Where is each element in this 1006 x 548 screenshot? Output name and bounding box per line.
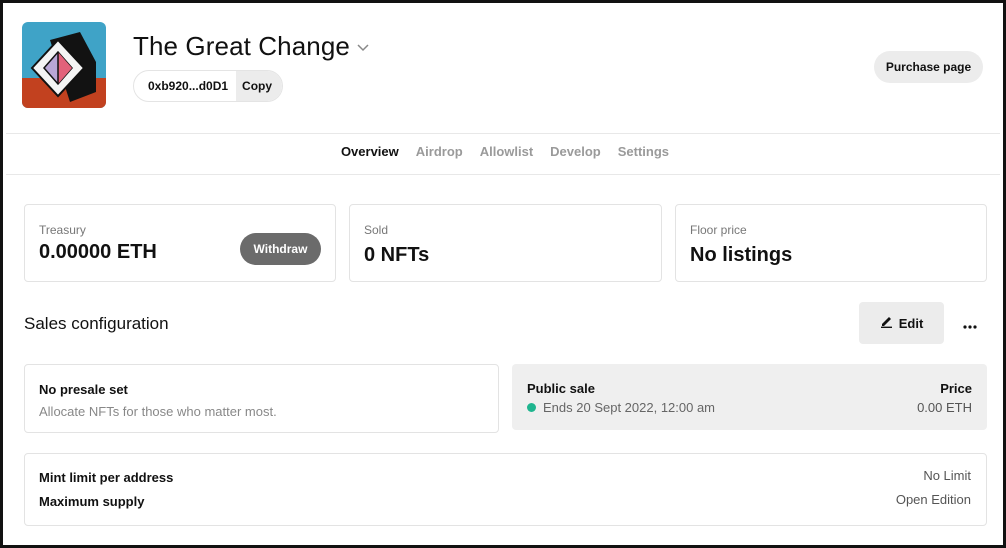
- collection-logo: [22, 22, 106, 108]
- public-sale-end: Ends 20 Sept 2022, 12:00 am: [543, 400, 716, 415]
- tab-develop[interactable]: Develop: [550, 144, 601, 168]
- purchase-page-button[interactable]: Purchase page: [874, 51, 983, 83]
- edit-button[interactable]: Edit: [859, 302, 944, 344]
- status-dot-icon: [527, 403, 536, 412]
- floor-price-value: No listings: [690, 244, 793, 266]
- sold-value: 0 NFTs: [364, 244, 430, 266]
- presale-title: No presale set: [39, 382, 128, 397]
- tab-bar: Overview Airdrop Allowlist Develop Setti…: [3, 144, 1003, 168]
- public-sale-status-row: Ends 20 Sept 2022, 12:00 am: [527, 400, 715, 415]
- public-sale-card[interactable]: Public sale Ends 20 Sept 2022, 12:00 am …: [512, 364, 987, 430]
- floor-price-card: Floor price No listings: [675, 204, 987, 282]
- withdraw-button[interactable]: Withdraw: [240, 233, 321, 265]
- contract-address-pill: 0xb920...d0D1 Copy: [133, 70, 284, 102]
- collection-title: The Great Change: [133, 31, 350, 61]
- tab-overview[interactable]: Overview: [341, 144, 399, 168]
- tab-allowlist[interactable]: Allowlist: [480, 144, 533, 168]
- limits-card: Mint limit per address No Limit Maximum …: [24, 453, 987, 526]
- mint-limit-label: Mint limit per address: [39, 470, 174, 485]
- pencil-icon: [880, 315, 893, 331]
- presale-card[interactable]: No presale set Allocate NFTs for those w…: [24, 364, 499, 433]
- tab-airdrop[interactable]: Airdrop: [416, 144, 463, 168]
- more-horizontal-icon: [963, 317, 977, 332]
- sales-config-title: Sales configuration: [24, 314, 169, 333]
- tabs-divider: [6, 174, 1000, 175]
- mint-limit-value: No Limit: [923, 468, 971, 483]
- header-divider: [6, 133, 1000, 134]
- edit-label: Edit: [898, 315, 924, 331]
- treasury-card: Treasury 0.00000 ETH Withdraw: [24, 204, 336, 282]
- max-supply-value: Open Edition: [895, 492, 971, 507]
- treasury-value: 0.00000 ETH: [39, 241, 157, 263]
- public-sale-title: Public sale: [527, 381, 595, 396]
- more-options-button[interactable]: [954, 312, 986, 336]
- contract-address: 0xb920...d0D1: [148, 79, 229, 93]
- sold-label: Sold: [364, 223, 389, 237]
- chevron-down-icon[interactable]: [356, 41, 370, 55]
- price-value: 0.00 ETH: [917, 400, 972, 415]
- copy-address-button[interactable]: Copy: [236, 71, 283, 101]
- treasury-label: Treasury: [39, 223, 86, 237]
- floor-price-label: Floor price: [690, 223, 747, 237]
- price-label: Price: [940, 381, 972, 396]
- app-window: The Great Change 0xb920...d0D1 Copy Purc…: [0, 0, 1006, 548]
- presale-subtitle: Allocate NFTs for those who matter most.: [39, 404, 277, 419]
- sold-card: Sold 0 NFTs: [349, 204, 662, 282]
- max-supply-label: Maximum supply: [39, 494, 145, 509]
- tab-settings[interactable]: Settings: [618, 144, 669, 168]
